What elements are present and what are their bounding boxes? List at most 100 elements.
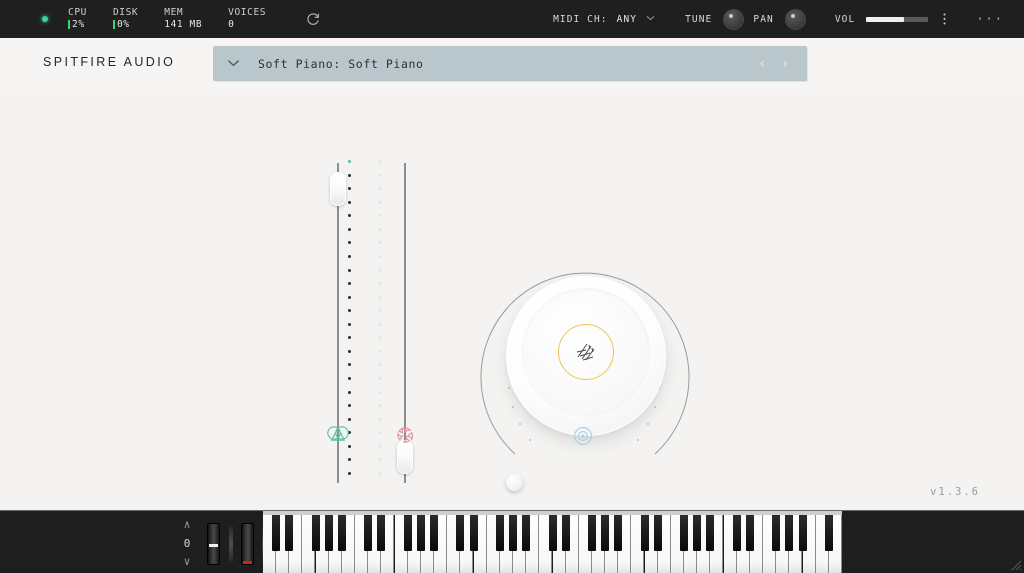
meter-cpu-value: 2% xyxy=(72,19,85,30)
scale-dot xyxy=(348,349,351,353)
preset-prev-button[interactable]: ‹ xyxy=(758,56,766,72)
piano-black-key[interactable] xyxy=(614,515,623,551)
piano-black-key[interactable] xyxy=(745,515,754,551)
expression-icon[interactable] xyxy=(392,423,418,449)
vol-slider[interactable] xyxy=(866,16,929,22)
piano-black-key[interactable] xyxy=(285,515,294,551)
scale-dot xyxy=(378,227,381,231)
scale-dot xyxy=(378,349,381,353)
piano-black-key[interactable] xyxy=(337,515,346,551)
scale-dot xyxy=(378,471,381,475)
piano-black-key[interactable] xyxy=(377,515,386,551)
meter-mem-value-row: 141 MB xyxy=(164,19,202,31)
plugin-window: CPU 2% DISK 0% MEM 141 MB VOICES 0 MIDI … xyxy=(0,0,1024,573)
piano-black-key[interactable] xyxy=(588,515,596,551)
piano-black-key[interactable] xyxy=(693,515,702,551)
piano-black-key[interactable] xyxy=(772,515,781,551)
scale-dot xyxy=(378,377,381,380)
piano-black-key[interactable] xyxy=(680,515,689,551)
meter-voices-value: 0 xyxy=(228,19,235,30)
version-label: v1.3.6 xyxy=(930,486,980,498)
scale-dot xyxy=(348,336,351,340)
piano-black-key[interactable] xyxy=(653,515,662,551)
meter-cpu-label: CPU xyxy=(68,7,87,19)
octave-stepper[interactable]: ∧ 0 ∨ xyxy=(172,519,202,567)
piano-black-key[interactable] xyxy=(469,515,478,551)
piano-black-key[interactable] xyxy=(640,515,649,551)
scale-dot xyxy=(378,200,381,204)
piano-black-key[interactable] xyxy=(509,515,518,551)
piano-black-key[interactable] xyxy=(403,515,412,551)
piano-black-key[interactable] xyxy=(824,515,833,551)
meter-voices-value-row: 0 xyxy=(228,19,266,31)
reverb-knob-handle[interactable] xyxy=(506,474,523,491)
expression-scale-dots xyxy=(378,160,381,475)
scale-dot xyxy=(348,390,351,394)
meter-mem-value: 141 MB xyxy=(164,19,203,30)
meter-voices: VOICES 0 xyxy=(228,7,266,31)
piano-black-key[interactable] xyxy=(456,515,465,551)
dynamics-icon[interactable] xyxy=(325,423,351,449)
mod-wheel[interactable] xyxy=(241,523,254,565)
scale-dot xyxy=(348,417,351,421)
scale-dot xyxy=(348,268,351,272)
piano-black-key[interactable] xyxy=(601,515,610,551)
reverb-knob[interactable] xyxy=(456,242,714,500)
reverb-icon[interactable] xyxy=(570,423,596,449)
piano-black-key[interactable] xyxy=(416,515,425,551)
piano-black-key[interactable] xyxy=(430,515,439,551)
vol-meter-dots xyxy=(943,13,946,26)
host-activity-led xyxy=(42,16,48,22)
scale-dot xyxy=(378,282,381,286)
piano-black-key[interactable] xyxy=(522,515,531,551)
scale-dot xyxy=(378,444,381,448)
piano-black-key[interactable] xyxy=(561,515,570,551)
octave-value: 0 xyxy=(183,536,191,550)
scale-dot xyxy=(348,214,351,218)
vol-label: VOL xyxy=(834,13,856,25)
scale-dot xyxy=(348,200,351,204)
preset-next-button[interactable]: › xyxy=(781,56,789,72)
top-status-bar: CPU 2% DISK 0% MEM 141 MB VOICES 0 MIDI … xyxy=(0,0,1024,38)
piano-black-key[interactable] xyxy=(706,515,715,551)
reverb-knob-face[interactable] xyxy=(506,276,666,436)
scale-dot xyxy=(378,160,381,163)
resize-grip-icon[interactable] xyxy=(1006,555,1022,571)
scale-dot xyxy=(378,390,381,394)
midi-channel-value: ANY xyxy=(616,13,638,25)
scale-dot xyxy=(378,417,381,421)
scale-dot xyxy=(378,268,381,272)
reverb-knob-inner xyxy=(522,288,650,416)
pan-knob[interactable] xyxy=(784,8,806,30)
piano-black-key[interactable] xyxy=(311,515,320,551)
tune-knob[interactable] xyxy=(723,8,745,30)
piano-black-key[interactable] xyxy=(548,515,557,551)
scale-dot xyxy=(348,377,351,380)
octave-up-icon[interactable]: ∧ xyxy=(184,519,191,530)
piano-black-key[interactable] xyxy=(785,515,794,551)
piano-black-key[interactable] xyxy=(324,515,333,551)
piano-black-key[interactable] xyxy=(732,515,741,551)
piano-black-key[interactable] xyxy=(495,515,504,551)
preset-navigation: ‹ › xyxy=(758,56,807,72)
more-options-button[interactable]: ··· xyxy=(976,12,1004,26)
octave-down-icon[interactable]: ∨ xyxy=(184,556,191,567)
pitch-bend-wheel[interactable] xyxy=(207,523,220,565)
meter-cpu-bar xyxy=(68,20,70,30)
reload-icon[interactable] xyxy=(304,10,322,28)
meter-disk-label: DISK xyxy=(112,7,139,19)
preset-name: Soft Piano: Soft Piano xyxy=(258,56,424,71)
piano-black-key[interactable] xyxy=(798,515,807,551)
scale-dot xyxy=(348,295,351,299)
piano-black-key[interactable] xyxy=(272,515,281,551)
meter-disk: DISK 0% xyxy=(112,7,139,31)
midi-channel-label: MIDI CH: xyxy=(553,13,608,25)
scale-dot xyxy=(378,322,381,326)
scale-dot xyxy=(378,309,381,313)
preset-dropdown-icon[interactable] xyxy=(227,56,240,71)
scale-dot xyxy=(348,173,351,177)
midi-channel-selector[interactable]: MIDI CH: ANY xyxy=(553,14,655,25)
piano-black-key[interactable] xyxy=(364,515,373,551)
preset-bar[interactable]: Soft Piano: Soft Piano ‹ › xyxy=(213,46,807,81)
dynamics-slider-handle[interactable] xyxy=(330,171,346,206)
